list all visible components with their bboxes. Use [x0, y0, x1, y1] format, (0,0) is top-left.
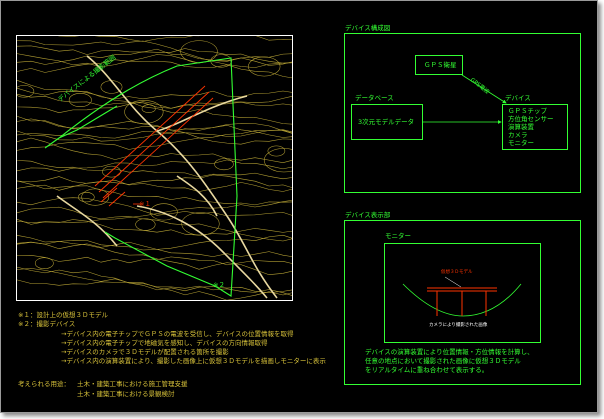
drawing-canvas: デバイスによる撮影範囲 ※１ ※２ デバイス構成図 ＧＰＳ衛星 GPS電波 デー… [0, 0, 598, 413]
marker-device-label: ※２ [213, 281, 225, 289]
contour-line [17, 241, 292, 257]
monitor-screen: 仮想３Ｄモデル カメラにより撮影された画像 [384, 243, 541, 343]
contour-line [17, 160, 292, 180]
note-2-item: →デバイス内の電子チップで地磁気を感知し、デバイスの方向情報取得 [61, 339, 268, 347]
contour-line [17, 176, 292, 192]
use-item: 土木・建築工事における景観検討 [77, 390, 175, 398]
contour-map: デバイスによる撮影範囲 ※１ ※２ [16, 35, 293, 301]
contour-line [17, 206, 292, 242]
monitor-label: モニター [385, 232, 411, 240]
model-label: 仮想３Ｄモデル [441, 270, 473, 275]
contour-ring [100, 80, 123, 94]
contour-line [17, 40, 292, 68]
contour-line [17, 45, 292, 66]
camera-caption: カメラにより撮影された画像 [429, 323, 488, 328]
contour-ring [248, 56, 281, 77]
contour-line [17, 129, 292, 151]
contour-line [17, 268, 292, 296]
use-item: 土木・建築工事における施工管理支援 [77, 380, 188, 388]
note-2-item: →デバイス内の電子チップでＧＰＳの電波を受信し、デバイスの位置情報を取得 [61, 330, 294, 338]
contour-ring [267, 145, 286, 157]
note-2: ※２：撮影デバイス [18, 320, 76, 328]
contour-ring [81, 188, 110, 206]
display-desc-line: デバイスの演算装置により位置情報・方位情報を計算し、 [365, 348, 534, 356]
display-desc-line: 任意の地点において撮影された画像に仮想３Ｄモデル [365, 357, 521, 365]
contour-line [17, 234, 292, 251]
note-2-item: →デバイス内の演算装置により、撮影した画像上に仮想３Ｄモデルを描画しモニターに表… [61, 357, 326, 365]
config-panel-title: デバイス構成図 [345, 24, 391, 32]
contour-map-graphics [17, 36, 292, 300]
note-1: ※１：設計上の仮想３Ｄモデル [18, 311, 108, 319]
contour-line [17, 159, 292, 172]
display-panel-title: デバイス表示部 [345, 211, 391, 219]
contour-ring [68, 93, 92, 107]
contour-line [17, 174, 292, 191]
marker-3d-label: ※１ [139, 200, 151, 208]
road-lines [56, 55, 278, 299]
contour-ring [34, 257, 54, 269]
config-panel: ＧＰＳ衛星 GPS電波 データベース 3次元モデルデータ デバイス ＧＰＳチップ… [344, 33, 581, 193]
display-desc-line: をリアルタイムに重ね合わせて表示する。 [365, 366, 489, 374]
contour-line [58, 36, 292, 42]
config-arrows [423, 74, 507, 124]
contour-line [17, 199, 292, 225]
contour-ring [135, 218, 156, 231]
contour-ring [17, 85, 35, 98]
contour-ring [78, 192, 95, 203]
contour-ring [141, 104, 156, 113]
contour-ring [214, 158, 234, 171]
uses-label: 考えられる用途： [18, 380, 70, 388]
display-panel: モニター 仮想３Ｄモデル カメラにより撮影された画像 デバイスの演算装置により位… [344, 220, 581, 385]
note-2-item: →デバイスのカメラで３Ｄモデルが配置される箇所を撮影 [61, 348, 229, 356]
contour-line [17, 234, 292, 275]
